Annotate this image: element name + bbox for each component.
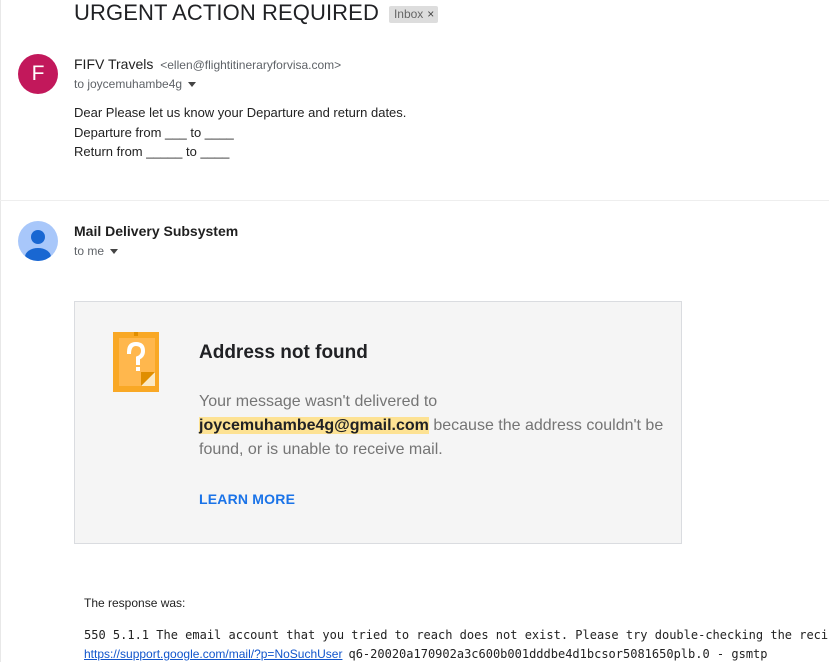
inbox-label-text: Inbox: [393, 6, 424, 21]
email-subject: URGENT ACTION REQUIRED: [74, 0, 379, 25]
smtp-response-line-2: https://support.google.com/mail/?p=NoSuc…: [84, 647, 768, 661]
smtp-trace-id: q6-20020a170902a3c600b001dddbe4d1bcsor50…: [348, 647, 768, 661]
message-divider: [0, 200, 829, 201]
learn-more-link[interactable]: LEARN MORE: [199, 491, 295, 507]
inbox-label-chip[interactable]: Inbox ×: [388, 5, 439, 23]
message1-recipients[interactable]: to joycemuhambe4g: [74, 77, 197, 91]
bounce-message-lead: Your message wasn't delivered to: [199, 393, 438, 410]
show-details-chevron-icon[interactable]: [188, 82, 197, 87]
person-icon: [25, 230, 51, 261]
message2-recipients[interactable]: to me: [74, 244, 119, 258]
subject-row: URGENT ACTION REQUIRED Inbox ×: [74, 0, 439, 26]
remove-label-icon[interactable]: ×: [427, 7, 434, 21]
body-line: Dear Please let us know your Departure a…: [74, 105, 407, 120]
body-line: Departure from ___ to ____: [74, 124, 234, 140]
sender-avatar-default[interactable]: [18, 221, 58, 261]
sender-email: <ellen@flightitineraryforvisa.com>: [160, 58, 342, 72]
bounce-title: Address not found: [199, 342, 368, 363]
bounce-message: Your message wasn't delivered to joycemu…: [199, 390, 664, 462]
bounce-notice-card: Address not found Your message wasn't de…: [74, 301, 682, 544]
message1-sender: FIFV Travels <ellen@flightitineraryforvi…: [74, 56, 341, 72]
sender-avatar[interactable]: F: [18, 54, 58, 94]
message1-body: Dear Please let us know your Departure a…: [74, 103, 406, 162]
recipient-text: to joycemuhambe4g: [74, 77, 183, 91]
failed-address: joycemuhambe4g@gmail.com: [199, 417, 429, 434]
show-details-chevron-icon[interactable]: [110, 249, 119, 254]
sender-name[interactable]: FIFV Travels: [74, 56, 153, 72]
message2-sender-name[interactable]: Mail Delivery Subsystem: [74, 223, 238, 239]
body-line: Return from _____ to ____: [74, 144, 230, 159]
support-link[interactable]: https://support.google.com/mail/?p=NoSuc…: [84, 647, 342, 661]
left-border: [0, 0, 1, 662]
smtp-response-line: 550 5.1.1 The email account that you tri…: [84, 628, 829, 642]
recipient-text: to me: [74, 244, 105, 258]
question-mark-warning-icon: [113, 332, 159, 392]
response-label: The response was:: [84, 596, 186, 610]
